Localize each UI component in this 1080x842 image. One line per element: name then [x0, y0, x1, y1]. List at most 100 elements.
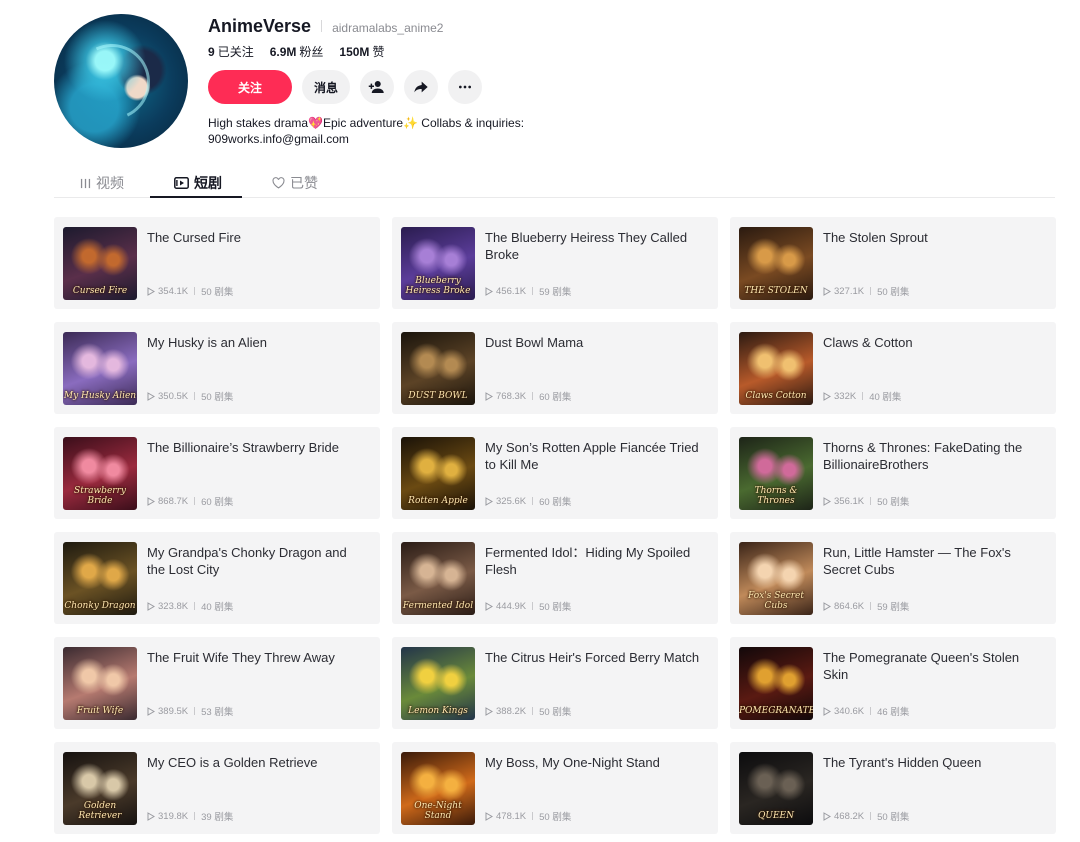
- drama-title[interactable]: My CEO is a Golden Retrieve: [147, 754, 368, 771]
- drama-card[interactable]: Rotten Apple My Son’s Rotten Apple Fiancé…: [392, 427, 718, 519]
- drama-title[interactable]: Fermented Idol：Hiding My Spoiled Flesh: [485, 544, 706, 578]
- tab-short-dramas[interactable]: 短剧: [174, 168, 222, 198]
- drama-card[interactable]: Fruit Wife The Fruit Wife They Threw Away…: [54, 637, 380, 729]
- play-outline-icon: [147, 496, 155, 506]
- play-outline-icon: [485, 706, 493, 716]
- view-count: 768.3K: [496, 390, 527, 402]
- drama-cover[interactable]: DUST BOWL: [401, 332, 475, 405]
- drama-cover[interactable]: THE STOLEN: [739, 227, 813, 300]
- drama-title[interactable]: The Blueberry Heiress They Called Broke: [485, 229, 706, 263]
- profile-avatar[interactable]: [54, 14, 188, 148]
- more-options-button[interactable]: [448, 70, 482, 104]
- drama-meta: 478.1K 50 剧集: [485, 809, 571, 823]
- drama-cover[interactable]: One-Night Stand: [401, 752, 475, 825]
- play-outline-icon: [147, 706, 155, 716]
- message-button[interactable]: 消息: [302, 70, 350, 104]
- active-tab-indicator: [150, 196, 242, 198]
- drama-title[interactable]: Run, Little Hamster — The Fox's Secret C…: [823, 544, 1044, 578]
- drama-title[interactable]: My Boss, My One-Night Stand: [485, 754, 706, 771]
- drama-title[interactable]: My Son’s Rotten Apple Fiancée Tried to K…: [485, 439, 706, 473]
- drama-card[interactable]: Strawberry Bride The Billionaire’s Strawb…: [54, 427, 380, 519]
- drama-card[interactable]: Chonky Dragon My Grandpa's Chonky Dragon …: [54, 532, 380, 624]
- drama-meta: 350.5K 50 剧集: [147, 389, 233, 403]
- drama-cover[interactable]: POMEGRANATE: [739, 647, 813, 720]
- drama-title[interactable]: The Citrus Heir's Forced Berry Match: [485, 649, 706, 666]
- follow-button[interactable]: 关注: [208, 70, 292, 104]
- episode-count: 50 剧集: [201, 287, 234, 298]
- tab-liked[interactable]: 已赞: [272, 168, 318, 198]
- drama-title[interactable]: The Fruit Wife They Threw Away: [147, 649, 368, 666]
- drama-card[interactable]: Lemon Kings The Citrus Heir's Forced Berr…: [392, 637, 718, 729]
- likes-stat: 150M 赞: [339, 45, 385, 59]
- drama-title[interactable]: The Billionaire’s Strawberry Bride: [147, 439, 368, 456]
- drama-title[interactable]: Claws & Cotton: [823, 334, 1044, 351]
- drama-card[interactable]: THE STOLEN The Stolen Sprout 327.1K 50 剧集: [730, 217, 1056, 309]
- add-friend-button[interactable]: [360, 70, 394, 104]
- view-count: 354.1K: [158, 285, 189, 297]
- drama-cover[interactable]: Cursed Fire: [63, 227, 137, 300]
- view-count: 444.9K: [496, 600, 527, 612]
- meta-divider: [870, 287, 872, 295]
- followers-stat[interactable]: 6.9M 粉丝: [270, 43, 324, 60]
- episode-count: 39 剧集: [201, 812, 234, 823]
- drama-cover[interactable]: Blueberry Heiress Broke: [401, 227, 475, 300]
- view-count: 389.5K: [158, 705, 189, 717]
- drama-title[interactable]: The Stolen Sprout: [823, 229, 1044, 246]
- drama-card[interactable]: Fermented Idol Fermented Idol：Hiding My S…: [392, 532, 718, 624]
- drama-cover[interactable]: Rotten Apple: [401, 437, 475, 510]
- episode-count: 60 剧集: [539, 392, 572, 403]
- grid-icon: [80, 178, 91, 188]
- drama-cover[interactable]: My Husky Alien: [63, 332, 137, 405]
- drama-cover[interactable]: Thorns & Thrones: [739, 437, 813, 510]
- following-stat[interactable]: 9 已关注: [208, 43, 254, 60]
- meta-divider: [194, 602, 196, 610]
- play-outline-icon: [823, 811, 831, 821]
- view-count: 340.6K: [834, 705, 865, 717]
- drama-card[interactable]: POMEGRANATE The Pomegranate Queen's Stole…: [730, 637, 1056, 729]
- drama-title[interactable]: The Pomegranate Queen's Stolen Skin: [823, 649, 1044, 683]
- meta-divider: [532, 287, 534, 295]
- bio-email: 909works.info@gmail.com: [208, 132, 349, 146]
- cover-caption: THE STOLEN: [744, 286, 808, 296]
- drama-cover[interactable]: Chonky Dragon: [63, 542, 137, 615]
- drama-card[interactable]: Fox's Secret Cubs Run, Little Hamster — T…: [730, 532, 1056, 624]
- drama-card[interactable]: Claws Cotton Claws & Cotton 332K 40 剧集: [730, 322, 1056, 414]
- episode-count: 50 剧集: [201, 392, 234, 403]
- drama-cover[interactable]: Fruit Wife: [63, 647, 137, 720]
- drama-cover[interactable]: Strawberry Bride: [63, 437, 137, 510]
- profile-actions: 关注 消息: [208, 70, 482, 104]
- drama-card[interactable]: My Husky Alien My Husky is an Alien 350.5K…: [54, 322, 380, 414]
- drama-title[interactable]: My Grandpa's Chonky Dragon and the Lost …: [147, 544, 368, 578]
- episode-count: 46 剧集: [877, 707, 910, 718]
- profile-tabs: 视频 短剧 已赞: [54, 168, 1055, 198]
- drama-cover[interactable]: Fermented Idol: [401, 542, 475, 615]
- episode-count: 60 剧集: [201, 497, 234, 508]
- meta-divider: [870, 602, 872, 610]
- share-button[interactable]: [404, 70, 438, 104]
- episode-count: 50 剧集: [877, 287, 910, 298]
- drama-cover[interactable]: Golden Retriever: [63, 752, 137, 825]
- drama-card[interactable]: Thorns & Thrones Thorns & Thrones: FakeDa…: [730, 427, 1056, 519]
- drama-card[interactable]: Blueberry Heiress Broke The Blueberry Hei…: [392, 217, 718, 309]
- drama-card[interactable]: DUST BOWL Dust Bowl Mama 768.3K 60 剧集: [392, 322, 718, 414]
- tab-videos[interactable]: 视频: [80, 168, 124, 198]
- drama-cover[interactable]: Fox's Secret Cubs: [739, 542, 813, 615]
- play-outline-icon: [147, 391, 155, 401]
- drama-cover[interactable]: Claws Cotton: [739, 332, 813, 405]
- add-user-icon: [368, 81, 384, 93]
- drama-card[interactable]: QUEEN The Tyrant's Hidden Queen 468.2K 50 剧…: [730, 742, 1056, 834]
- drama-title[interactable]: Dust Bowl Mama: [485, 334, 706, 351]
- episode-count: 59 剧集: [877, 602, 910, 613]
- drama-card[interactable]: Cursed Fire The Cursed Fire 354.1K 50 剧集: [54, 217, 380, 309]
- drama-title[interactable]: The Cursed Fire: [147, 229, 368, 246]
- drama-cover[interactable]: QUEEN: [739, 752, 813, 825]
- view-count: 350.5K: [158, 390, 189, 402]
- drama-title[interactable]: The Tyrant's Hidden Queen: [823, 754, 1044, 771]
- cover-caption: Lemon Kings: [408, 706, 468, 716]
- drama-card[interactable]: One-Night Stand My Boss, My One-Night Sta…: [392, 742, 718, 834]
- drama-title[interactable]: Thorns & Thrones: FakeDating the Billion…: [823, 439, 1044, 473]
- drama-title[interactable]: My Husky is an Alien: [147, 334, 368, 351]
- drama-meta: 864.6K 59 剧集: [823, 599, 909, 613]
- drama-card[interactable]: Golden Retriever My CEO is a Golden Retri…: [54, 742, 380, 834]
- drama-cover[interactable]: Lemon Kings: [401, 647, 475, 720]
